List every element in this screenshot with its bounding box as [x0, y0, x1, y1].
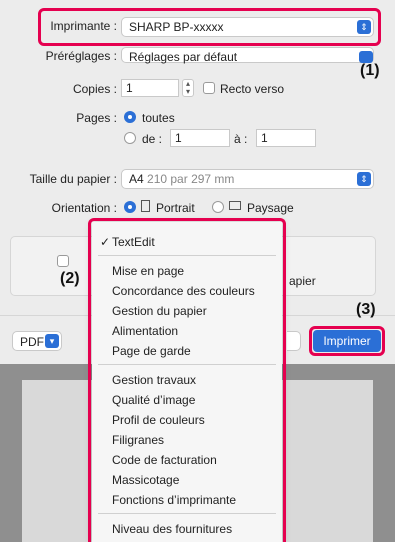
landscape-icon [229, 201, 241, 210]
paper-size-detail: 210 par 297 mm [147, 172, 235, 186]
paper-size-label: Taille du papier : [29, 172, 117, 186]
copies-field[interactable]: 1 [121, 79, 179, 97]
callout-1: (1) [360, 62, 380, 79]
presets-value: Réglages par défaut [129, 50, 238, 64]
paper-size-main: A4 [129, 172, 144, 186]
pages-label: Pages : [76, 111, 117, 125]
portrait-icon [141, 200, 150, 212]
pages-from-field[interactable]: 1 [170, 129, 230, 147]
orientation-label: Orientation : [51, 201, 117, 215]
menu-highlight [88, 218, 286, 542]
copies-label: Copies : [72, 82, 117, 96]
option-checkbox[interactable] [57, 255, 69, 267]
chevron-down-icon: ▾ [45, 334, 59, 348]
portrait-radio[interactable] [124, 201, 136, 213]
pages-from-label: de : [142, 132, 163, 146]
option-label-tail: apier [289, 274, 316, 288]
landscape-label: Paysage [247, 201, 294, 215]
chevron-updown-icon: ⇕ [357, 20, 371, 34]
print-button[interactable]: Imprimer [313, 330, 381, 352]
printer-value: SHARP BP-xxxxx [129, 20, 224, 34]
pages-to-field[interactable]: 1 [256, 129, 316, 147]
callout-2: (2) [60, 270, 80, 287]
presets-popup[interactable]: Réglages par défaut [121, 47, 374, 64]
portrait-label: Portrait [156, 201, 195, 215]
pages-all-radio[interactable] [124, 111, 136, 123]
duplex-label: Recto verso [220, 82, 285, 96]
pages-all-label: toutes [142, 111, 175, 125]
printer-label: Imprimante : [50, 19, 117, 33]
presets-label: Préréglages : [45, 49, 117, 63]
pages-range-radio[interactable] [124, 132, 136, 144]
printer-popup[interactable]: SHARP BP-xxxxx ⇕ [121, 17, 374, 37]
landscape-radio[interactable] [212, 201, 224, 213]
cancel-button-edge[interactable] [287, 331, 301, 351]
chevron-updown-icon: ⇕ [357, 172, 371, 186]
pdf-label: PDF [20, 335, 44, 349]
copies-stepper[interactable]: ▴ ▾ [182, 79, 194, 97]
paper-size-popup[interactable]: A4 210 par 297 mm ⇕ [121, 169, 374, 189]
duplex-checkbox[interactable] [203, 82, 215, 94]
pages-to-label: à : [234, 132, 248, 146]
callout-3: (3) [356, 301, 376, 318]
pdf-button[interactable]: PDF ▾ [12, 331, 62, 351]
